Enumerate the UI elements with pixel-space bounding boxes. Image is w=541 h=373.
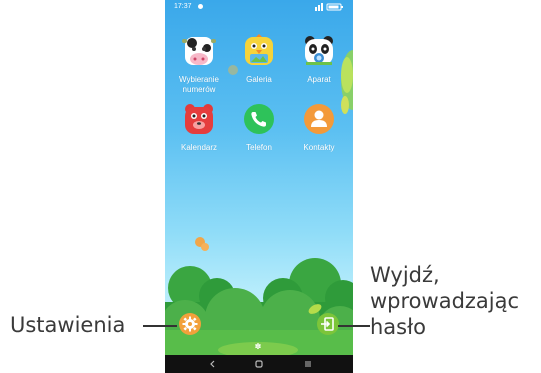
app-label: Telefon bbox=[246, 143, 272, 152]
callout-line-settings bbox=[143, 325, 177, 327]
app-wybieranie-numerow[interactable]: Wybieranie numerów bbox=[168, 34, 230, 95]
app-kontakty[interactable]: Kontakty bbox=[288, 102, 350, 153]
callout-line-exit bbox=[338, 325, 370, 327]
gear-icon bbox=[182, 316, 198, 332]
app-label: Kontakty bbox=[303, 143, 335, 152]
bushes-decoration: ✽ bbox=[165, 258, 353, 355]
callout-exit: Wyjdź, wprowadzając hasło bbox=[370, 263, 520, 339]
svg-text:✽: ✽ bbox=[255, 342, 262, 351]
callout-settings: Ustawienia bbox=[10, 313, 126, 337]
cow-dial-icon bbox=[182, 37, 216, 65]
back-icon[interactable] bbox=[206, 358, 220, 370]
app-label: Wybieranie numerów bbox=[179, 75, 219, 94]
phone-icon bbox=[244, 104, 274, 134]
navigation-bar bbox=[165, 355, 353, 373]
app-aparat[interactable]: Aparat bbox=[288, 34, 350, 85]
contacts-icon bbox=[304, 104, 334, 134]
app-kalendarz[interactable]: Kalendarz bbox=[168, 102, 230, 153]
phone-screen: 17:37 Wybieranie numerów Galeria Aparat … bbox=[165, 0, 353, 373]
status-bar: 17:37 bbox=[165, 0, 353, 14]
exit-button[interactable] bbox=[317, 313, 339, 335]
bear-calendar-icon bbox=[185, 104, 213, 134]
leaf-decoration bbox=[308, 304, 322, 314]
exit-door-icon bbox=[321, 317, 334, 331]
app-label: Aparat bbox=[307, 75, 331, 84]
status-time: 17:37 bbox=[174, 3, 192, 10]
app-telefon[interactable]: Telefon bbox=[228, 102, 290, 153]
home-icon[interactable] bbox=[252, 358, 266, 370]
panda-camera-icon bbox=[305, 36, 333, 65]
notification-dot-icon bbox=[198, 4, 203, 9]
app-label: Galeria bbox=[246, 75, 272, 84]
settings-button[interactable] bbox=[179, 313, 201, 335]
chick-gallery-icon bbox=[245, 34, 273, 65]
signal-battery-icon bbox=[315, 3, 343, 11]
app-label: Kalendarz bbox=[180, 143, 218, 152]
menu-icon[interactable] bbox=[301, 358, 315, 370]
app-galeria[interactable]: Galeria bbox=[228, 34, 290, 85]
